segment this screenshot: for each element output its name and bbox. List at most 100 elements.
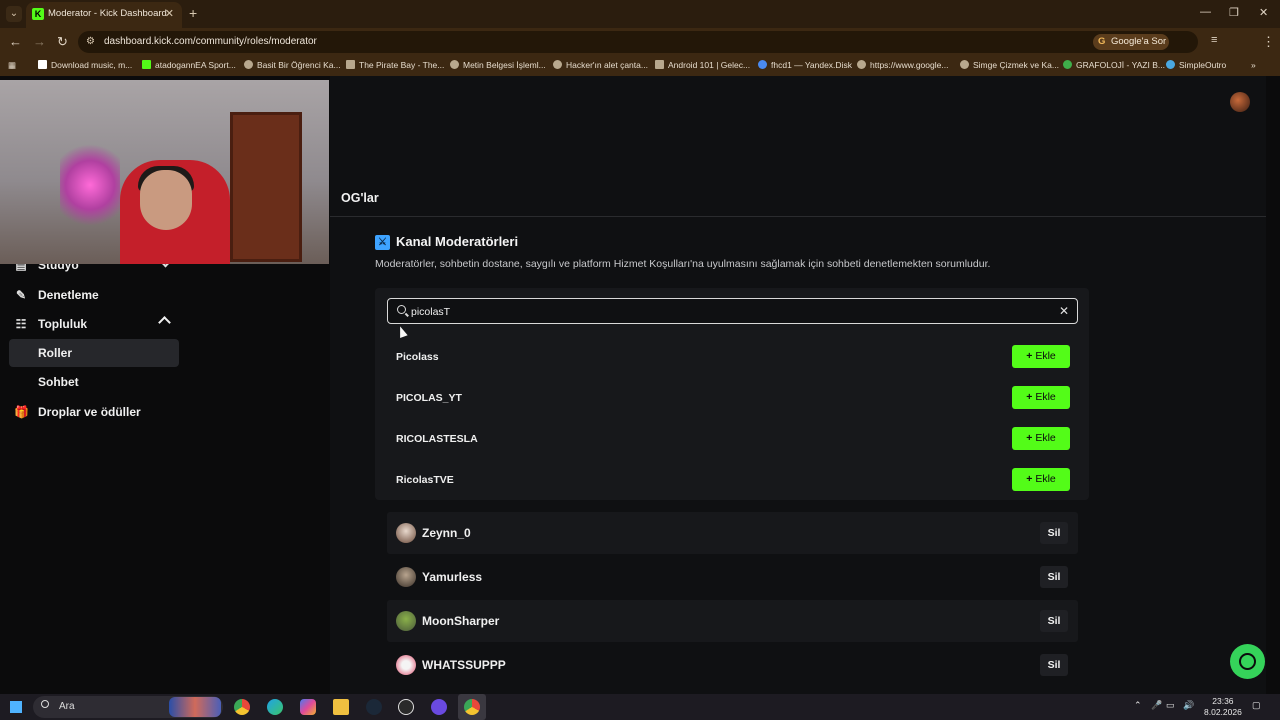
- restore-icon[interactable]: ❐: [1229, 6, 1239, 19]
- tab-title: Moderator - Kick Dashboard: [48, 8, 167, 19]
- suggestion-name: RicolasTVE: [396, 474, 454, 486]
- google-ask-button[interactable]: Google'a Sor: [1093, 34, 1169, 50]
- new-tab-icon[interactable]: +: [189, 5, 197, 21]
- moderator-search-input[interactable]: picolasT ✕: [387, 298, 1078, 324]
- windows-taskbar: Ara ⌃ 🎤 ▭ 🔊 23:36 8.02.2026 ▢: [0, 694, 1280, 720]
- bookmark-item[interactable]: Metin Belgesi İşleml...: [450, 60, 546, 70]
- tab-close-icon[interactable]: ✕: [165, 7, 174, 20]
- bookmarks-bar: ▦ Download music, m... atadogannEA Sport…: [0, 56, 1280, 76]
- remove-moderator-button[interactable]: Sil: [1040, 610, 1068, 632]
- add-moderator-button[interactable]: + Ekle: [1012, 468, 1070, 491]
- community-icon: ☷: [15, 317, 27, 331]
- avatar: [396, 611, 416, 631]
- bookmark-item[interactable]: SimpleOutro: [1166, 60, 1226, 70]
- network-icon[interactable]: ▭: [1166, 700, 1175, 711]
- suggestion-row: Picolass + Ekle: [396, 345, 1070, 369]
- discord-icon[interactable]: [431, 699, 447, 715]
- moderators-description: Moderatörler, sohbetin dostane, saygılı …: [375, 258, 991, 270]
- clear-search-icon[interactable]: ✕: [1059, 304, 1069, 318]
- bookmark-item[interactable]: Simge Çizmek ve Ka...: [960, 60, 1059, 70]
- sidebar-item-denetleme[interactable]: ✎ Denetleme: [14, 288, 99, 302]
- suggestion-name: RICOLASTESLA: [396, 433, 478, 445]
- webcam-light: [60, 140, 120, 230]
- plus-icon: +: [1026, 391, 1033, 403]
- plus-icon: +: [1026, 473, 1033, 485]
- chrome-profile-icon[interactable]: [464, 699, 480, 715]
- reading-list-icon[interactable]: ≡: [1211, 34, 1217, 46]
- reload-icon[interactable]: ↻: [57, 34, 68, 50]
- user-avatar[interactable]: [1230, 92, 1250, 112]
- file-explorer-icon[interactable]: [333, 699, 349, 715]
- sidebar-item-droplar[interactable]: 🎁 Droplar ve ödüller: [14, 405, 141, 419]
- menu-kebab-icon[interactable]: ⋮: [1262, 34, 1275, 50]
- kick-favicon-icon: K: [32, 8, 44, 20]
- search-icon: [41, 700, 49, 708]
- webcam-head: [140, 170, 192, 230]
- sidebar-item-roller[interactable]: Roller: [38, 346, 72, 360]
- avatar: [396, 523, 416, 543]
- site-info-icon[interactable]: ⚙: [86, 36, 95, 47]
- bookmark-item[interactable]: atadogannEA Sport...: [142, 60, 236, 70]
- obs-icon[interactable]: [398, 699, 414, 715]
- add-moderator-button[interactable]: + Ekle: [1012, 386, 1070, 409]
- sidebar-item-sohbet[interactable]: Sohbet: [38, 375, 79, 389]
- tray-overflow-icon[interactable]: ⌃: [1134, 700, 1142, 711]
- chrome-icon[interactable]: [234, 699, 250, 715]
- section-divider: [330, 216, 1266, 217]
- window-close-icon[interactable]: ✕: [1259, 6, 1268, 19]
- windows-start-icon[interactable]: [10, 701, 22, 713]
- remove-moderator-button[interactable]: Sil: [1040, 566, 1068, 588]
- moderator-row: WHATSSUPPP Sil: [387, 644, 1078, 686]
- moderator-name: Yamurless: [422, 570, 483, 584]
- wrench-icon: ✎: [15, 288, 27, 302]
- suggestion-name: PICOLAS_YT: [396, 392, 462, 404]
- avatar: [396, 655, 416, 675]
- microphone-icon[interactable]: 🎤: [1151, 700, 1162, 711]
- og-section-title: OG'lar: [341, 191, 379, 205]
- add-moderator-button[interactable]: + Ekle: [1012, 427, 1070, 450]
- taskbar-search[interactable]: Ara: [33, 696, 223, 718]
- forward-icon[interactable]: →: [33, 34, 46, 49]
- sidebar-item-topluluk[interactable]: ☷ Topluluk: [14, 317, 88, 331]
- bookmark-item[interactable]: Download music, m...: [38, 60, 132, 70]
- bookmarks-overflow-icon[interactable]: »: [1251, 60, 1256, 70]
- notifications-icon[interactable]: ▢: [1252, 700, 1261, 711]
- minimize-icon[interactable]: —: [1200, 6, 1211, 18]
- tab-search-icon[interactable]: ⌄: [6, 6, 22, 22]
- remove-moderator-button[interactable]: Sil: [1040, 522, 1068, 544]
- bookmark-item[interactable]: https://www.google...: [857, 60, 948, 70]
- bookmark-item[interactable]: GRAFOLOJİ - YAZI B...: [1063, 60, 1165, 70]
- moderator-row: MoonSharper Sil: [387, 600, 1078, 642]
- moderator-name: MoonSharper: [422, 614, 500, 628]
- bookmark-item[interactable]: Android 101 | Gelec...: [655, 60, 750, 70]
- remove-moderator-button[interactable]: Sil: [1040, 654, 1068, 676]
- copilot-icon[interactable]: [300, 699, 316, 715]
- help-chat-button[interactable]: [1230, 644, 1265, 679]
- bookmark-item[interactable]: The Pirate Bay - The...: [346, 60, 444, 70]
- address-bar[interactable]: ⚙ dashboard.kick.com/community/roles/mod…: [78, 31, 1198, 53]
- url-text: dashboard.kick.com/community/roles/moder…: [104, 36, 317, 47]
- plus-icon: +: [1026, 432, 1033, 444]
- apps-grid-icon[interactable]: ▦: [8, 60, 16, 71]
- volume-icon[interactable]: 🔊: [1183, 700, 1194, 711]
- moderator-sword-icon: ⚔: [375, 235, 390, 250]
- edge-icon[interactable]: [267, 699, 283, 715]
- webcam-door: [230, 112, 302, 262]
- bookmark-item[interactable]: Basit Bir Öğrenci Ka...: [244, 60, 341, 70]
- moderator-name: Zeynn_0: [422, 526, 471, 540]
- plus-icon: +: [1026, 350, 1033, 362]
- add-moderator-button[interactable]: + Ekle: [1012, 345, 1070, 368]
- suggestion-row: PICOLAS_YT + Ekle: [396, 386, 1070, 410]
- steam-icon[interactable]: [366, 699, 382, 715]
- browser-tab[interactable]: K Moderator - Kick Dashboard ✕: [26, 2, 182, 28]
- taskbar-clock[interactable]: 23:36 8.02.2026: [1204, 696, 1242, 718]
- moderator-row: Zeynn_0 Sil: [387, 512, 1078, 554]
- bookmark-item[interactable]: fhcd1 — Yandex.Disk: [758, 60, 852, 70]
- moderator-name: WHATSSUPPP: [422, 658, 506, 672]
- search-icon: [397, 305, 406, 314]
- taskbar-search-label: Ara: [59, 701, 75, 712]
- bookmark-item[interactable]: Hacker'ın alet çanta...: [553, 60, 648, 70]
- moderator-row: Yamurless Sil: [387, 556, 1078, 598]
- back-icon[interactable]: ←: [9, 34, 22, 49]
- search-highlight-image: [169, 697, 221, 717]
